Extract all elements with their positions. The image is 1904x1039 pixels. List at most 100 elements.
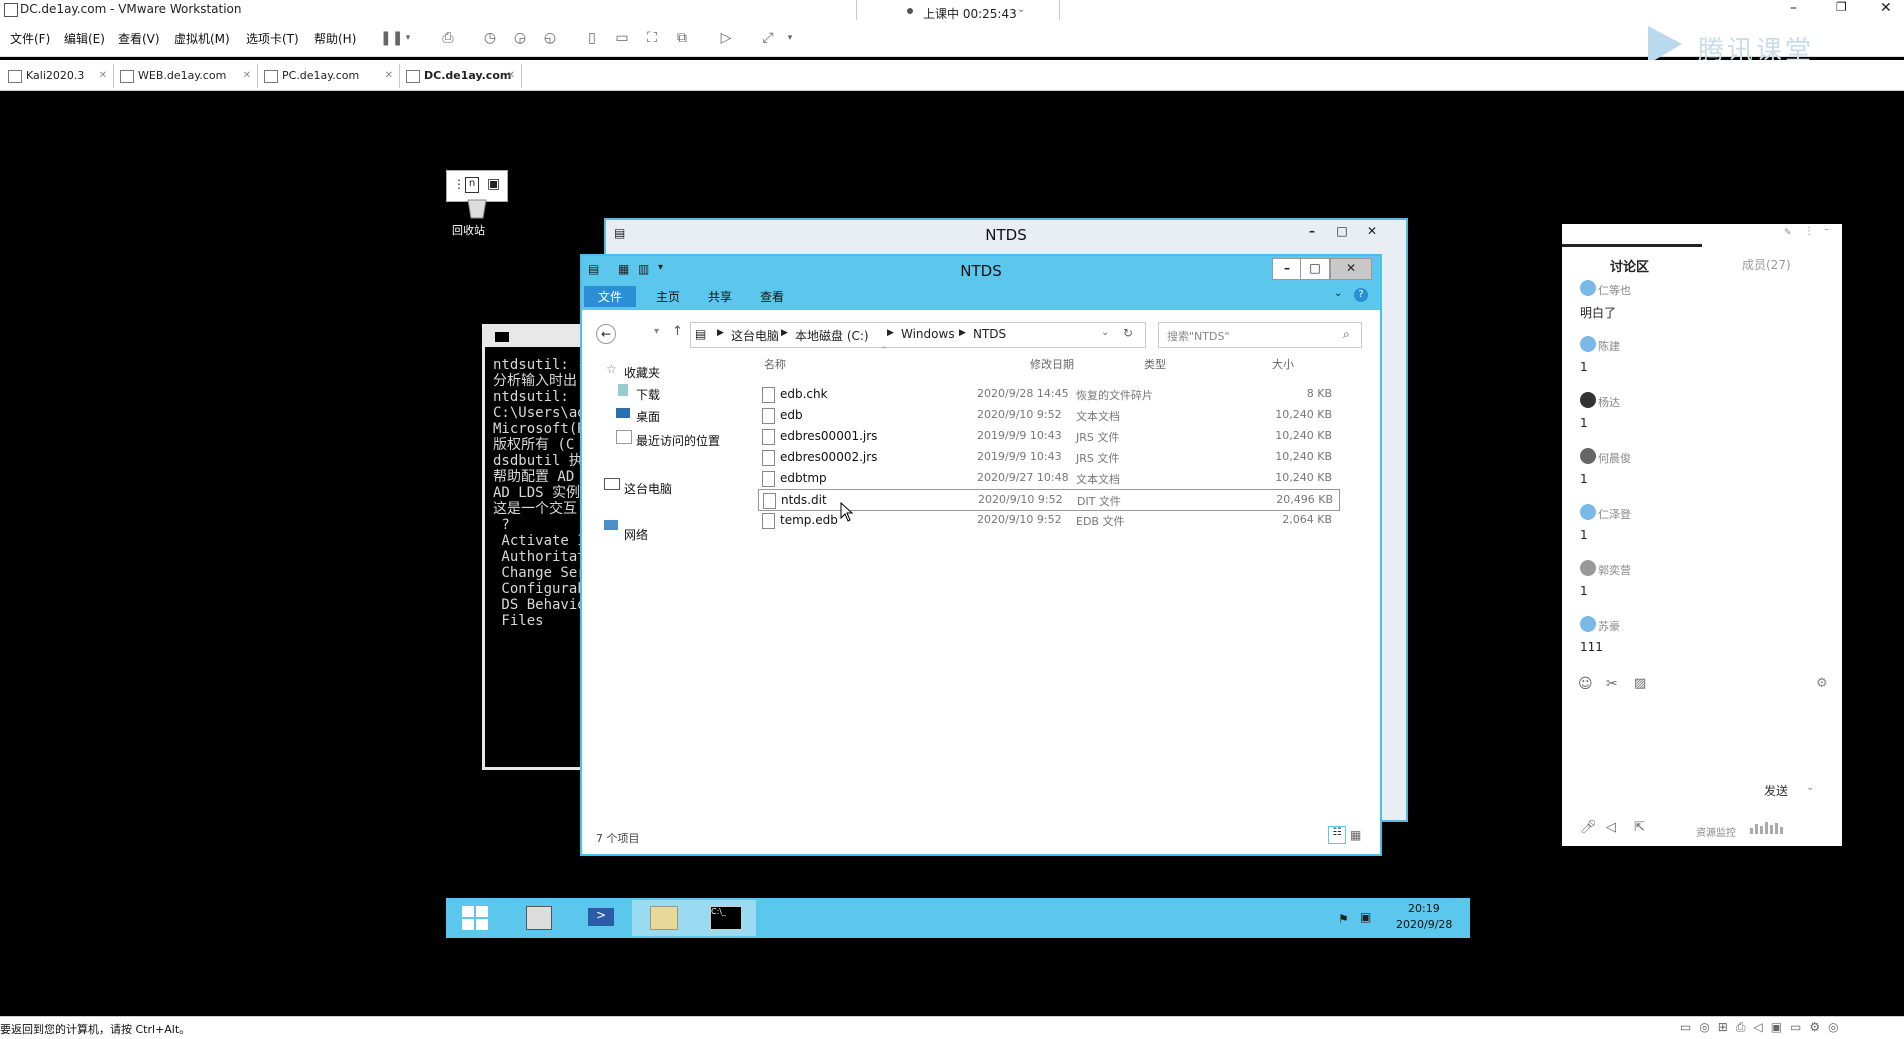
close-button[interactable]: ✕ — [1880, 0, 1892, 16]
powershell-button[interactable]: > — [570, 900, 632, 936]
file-row[interactable]: edb.chk 2020/9/28 14:45 恢复的文件碎片 8 KB — [758, 384, 1338, 404]
minimize-button[interactable]: – — [1298, 222, 1326, 242]
file-row[interactable]: edbres00001.jrs 2019/9/9 10:43 JRS 文件 10,24… — [758, 426, 1338, 446]
clock-date[interactable]: 2020/9/28 — [1396, 918, 1452, 931]
chevron-down-icon[interactable]: ▾ — [400, 30, 416, 46]
more-icon[interactable]: ⋮ — [1804, 226, 1814, 237]
nav-favorites[interactable]: 收藏夹 — [624, 364, 660, 381]
fullscreen-icon[interactable]: ⛶ — [644, 30, 660, 46]
close-icon[interactable]: ✕ — [507, 64, 515, 88]
send-keys-icon[interactable]: ⎙ — [440, 30, 456, 46]
breadcrumb-ntds[interactable]: NTDS — [973, 327, 1006, 341]
close-button[interactable]: ✕ — [1358, 222, 1386, 242]
column-size[interactable]: 大小 — [1272, 356, 1294, 372]
send-button[interactable]: 发送 — [1764, 782, 1788, 799]
library-icon[interactable]: ▯ — [584, 30, 600, 46]
file-row[interactable]: edbres00002.jrs 2019/9/9 10:43 JRS 文件 10,24… — [758, 447, 1338, 467]
console-icon[interactable]: ▷ — [718, 30, 734, 46]
menu-edit[interactable]: 编辑(E) — [64, 30, 105, 47]
tab-web[interactable]: WEB.de1ay.com ✕ — [116, 64, 258, 88]
recycle-bin[interactable]: ⋮ n ▣ 回收站 — [446, 170, 508, 240]
tab-file[interactable]: 文件 — [584, 286, 637, 307]
close-icon[interactable]: ✕ — [99, 64, 107, 88]
close-button[interactable]: ✕ — [1330, 258, 1372, 280]
pin-icon[interactable]: ✎ — [1784, 228, 1792, 238]
address-bar[interactable]: ▤ ▶ 这台电脑 ▶ 本地磁盘 (C:) ▶ Windows ▶ NTDS ⌄ … — [690, 322, 1146, 348]
details-view-icon[interactable]: ☷ — [1328, 826, 1346, 844]
tab-discussion[interactable]: 讨论区 — [1610, 256, 1649, 275]
chevron-down-icon[interactable]: ⌄ — [1101, 327, 1109, 338]
tab-share[interactable]: 共享 — [708, 288, 732, 305]
file-row[interactable]: edb 2020/9/10 9:52 文本文档 10,240 KB — [758, 405, 1338, 425]
breadcrumb-this-pc[interactable]: 这台电脑 — [731, 327, 779, 344]
refresh-icon[interactable]: ↻ — [1123, 326, 1133, 340]
tab-members[interactable]: 成员(27) — [1742, 256, 1791, 273]
up-arrow-icon[interactable]: ↑ — [672, 324, 683, 339]
menu-help[interactable]: 帮助(H) — [314, 30, 356, 47]
close-icon[interactable]: ✕ — [385, 64, 393, 88]
column-date[interactable]: 修改日期 — [1030, 356, 1074, 372]
file-row[interactable]: edbtmp 2020/9/27 10:48 文本文档 10,240 KB — [758, 468, 1338, 488]
chevron-down-icon[interactable]: ⌄ — [1806, 782, 1814, 793]
chevron-down-icon[interactable]: ▾ — [654, 326, 659, 337]
breadcrumb-windows[interactable]: Windows — [901, 327, 955, 341]
pause-icon[interactable]: ❚❚ — [380, 30, 403, 46]
cmd-line: ? — [493, 517, 510, 533]
help-icon[interactable]: ? — [1354, 288, 1368, 302]
resource-monitor-label[interactable]: 资源监控 — [1696, 824, 1736, 839]
tab-home[interactable]: 主页 — [656, 288, 680, 305]
breadcrumb-local-disk[interactable]: 本地磁盘 (C:) — [795, 327, 869, 344]
unity-icon[interactable]: ⧉ — [674, 30, 690, 46]
back-arrow-icon[interactable]: ← — [596, 324, 616, 344]
tab-pc[interactable]: PC.de1ay.com ✕ — [260, 64, 400, 88]
server-manager-button[interactable] — [508, 900, 570, 936]
thumbnail-icon[interactable]: ▭ — [614, 30, 630, 46]
maximize-button[interactable]: □ — [1300, 258, 1330, 280]
cmd-window[interactable]: ntdsutil: - 分析输入时出 ntdsutil: C:\Users\ad Mic… — [482, 324, 586, 770]
minimize-button[interactable]: – — [1272, 258, 1302, 280]
microphone-icon[interactable]: 🎤︎ — [1580, 820, 1597, 835]
close-icon[interactable]: ✕ — [243, 64, 251, 88]
scissors-icon[interactable]: ✂ — [1606, 676, 1618, 692]
menu-file[interactable]: 文件(F) — [10, 30, 50, 47]
stretch-icon[interactable]: ⤢ — [760, 30, 776, 46]
column-type[interactable]: 类型 — [1144, 356, 1166, 372]
nav-downloads[interactable]: 下载 — [636, 386, 660, 403]
speaker-icon[interactable]: ◁ — [1606, 820, 1616, 835]
settings-icon[interactable]: ⚙ — [1816, 676, 1828, 691]
share-icon[interactable]: ⇱ — [1634, 820, 1645, 835]
maximize-button[interactable]: □ — [1328, 222, 1356, 242]
cmd-taskbar-button[interactable]: C:\_ — [694, 900, 756, 936]
clock-time[interactable]: 20:19 — [1408, 902, 1440, 915]
chevron-down-icon[interactable]: ▾ — [782, 30, 798, 46]
revert-snapshot-icon[interactable]: ◶ — [512, 30, 528, 46]
nav-this-pc[interactable]: 这台电脑 — [624, 480, 672, 497]
console-icon: C:\_ — [710, 906, 742, 930]
column-name[interactable]: 名称 — [764, 356, 786, 372]
menu-view[interactable]: 查看(V) — [118, 30, 160, 47]
tab-view[interactable]: 查看 — [760, 288, 784, 305]
emoji-icon[interactable]: ☺ — [1578, 676, 1593, 692]
large-icons-view-icon[interactable]: ▦ — [1350, 828, 1361, 842]
image-icon[interactable]: ▨ — [1634, 676, 1646, 691]
snapshot-manager-icon[interactable]: ◵ — [542, 30, 558, 46]
menu-vm[interactable]: 虚拟机(M) — [174, 30, 230, 47]
file-explorer-button[interactable] — [632, 900, 694, 936]
chevron-down-icon[interactable]: ⌄ — [1334, 288, 1342, 299]
nav-desktop[interactable]: 桌面 — [636, 408, 660, 425]
search-box[interactable]: 搜索"NTDS" ⌕ — [1158, 322, 1362, 348]
tab-dc[interactable]: DC.de1ay.com ✕ — [402, 64, 522, 88]
minimize-icon[interactable]: – — [1824, 224, 1829, 235]
tab-kali[interactable]: Kali2020.3 ✕ — [4, 64, 114, 88]
snapshot-icon[interactable]: ◷ — [482, 30, 498, 46]
network-tray-icon[interactable]: ⚑ — [1338, 912, 1349, 926]
chat-username: 仁等也 — [1598, 284, 1631, 297]
device-tray-icons[interactable]: ▭◎⊞⎙◁▣▭⚙◎ — [1680, 1020, 1847, 1035]
menu-tabs[interactable]: 选项卡(T) — [246, 30, 299, 47]
nav-network[interactable]: 网络 — [624, 526, 648, 543]
search-icon[interactable]: ⌕ — [1343, 327, 1350, 342]
speaker-tray-icon[interactable]: ▣ — [1360, 910, 1371, 924]
explorer-window[interactable]: ▤ ▦ ▥ ▾ NTDS – □ ✕ 文件 主页 共享 查看 ⌄ ? ← ▾ ↑… — [580, 254, 1382, 856]
start-button[interactable] — [446, 900, 508, 936]
nav-recent[interactable]: 最近访问的位置 — [636, 432, 720, 449]
